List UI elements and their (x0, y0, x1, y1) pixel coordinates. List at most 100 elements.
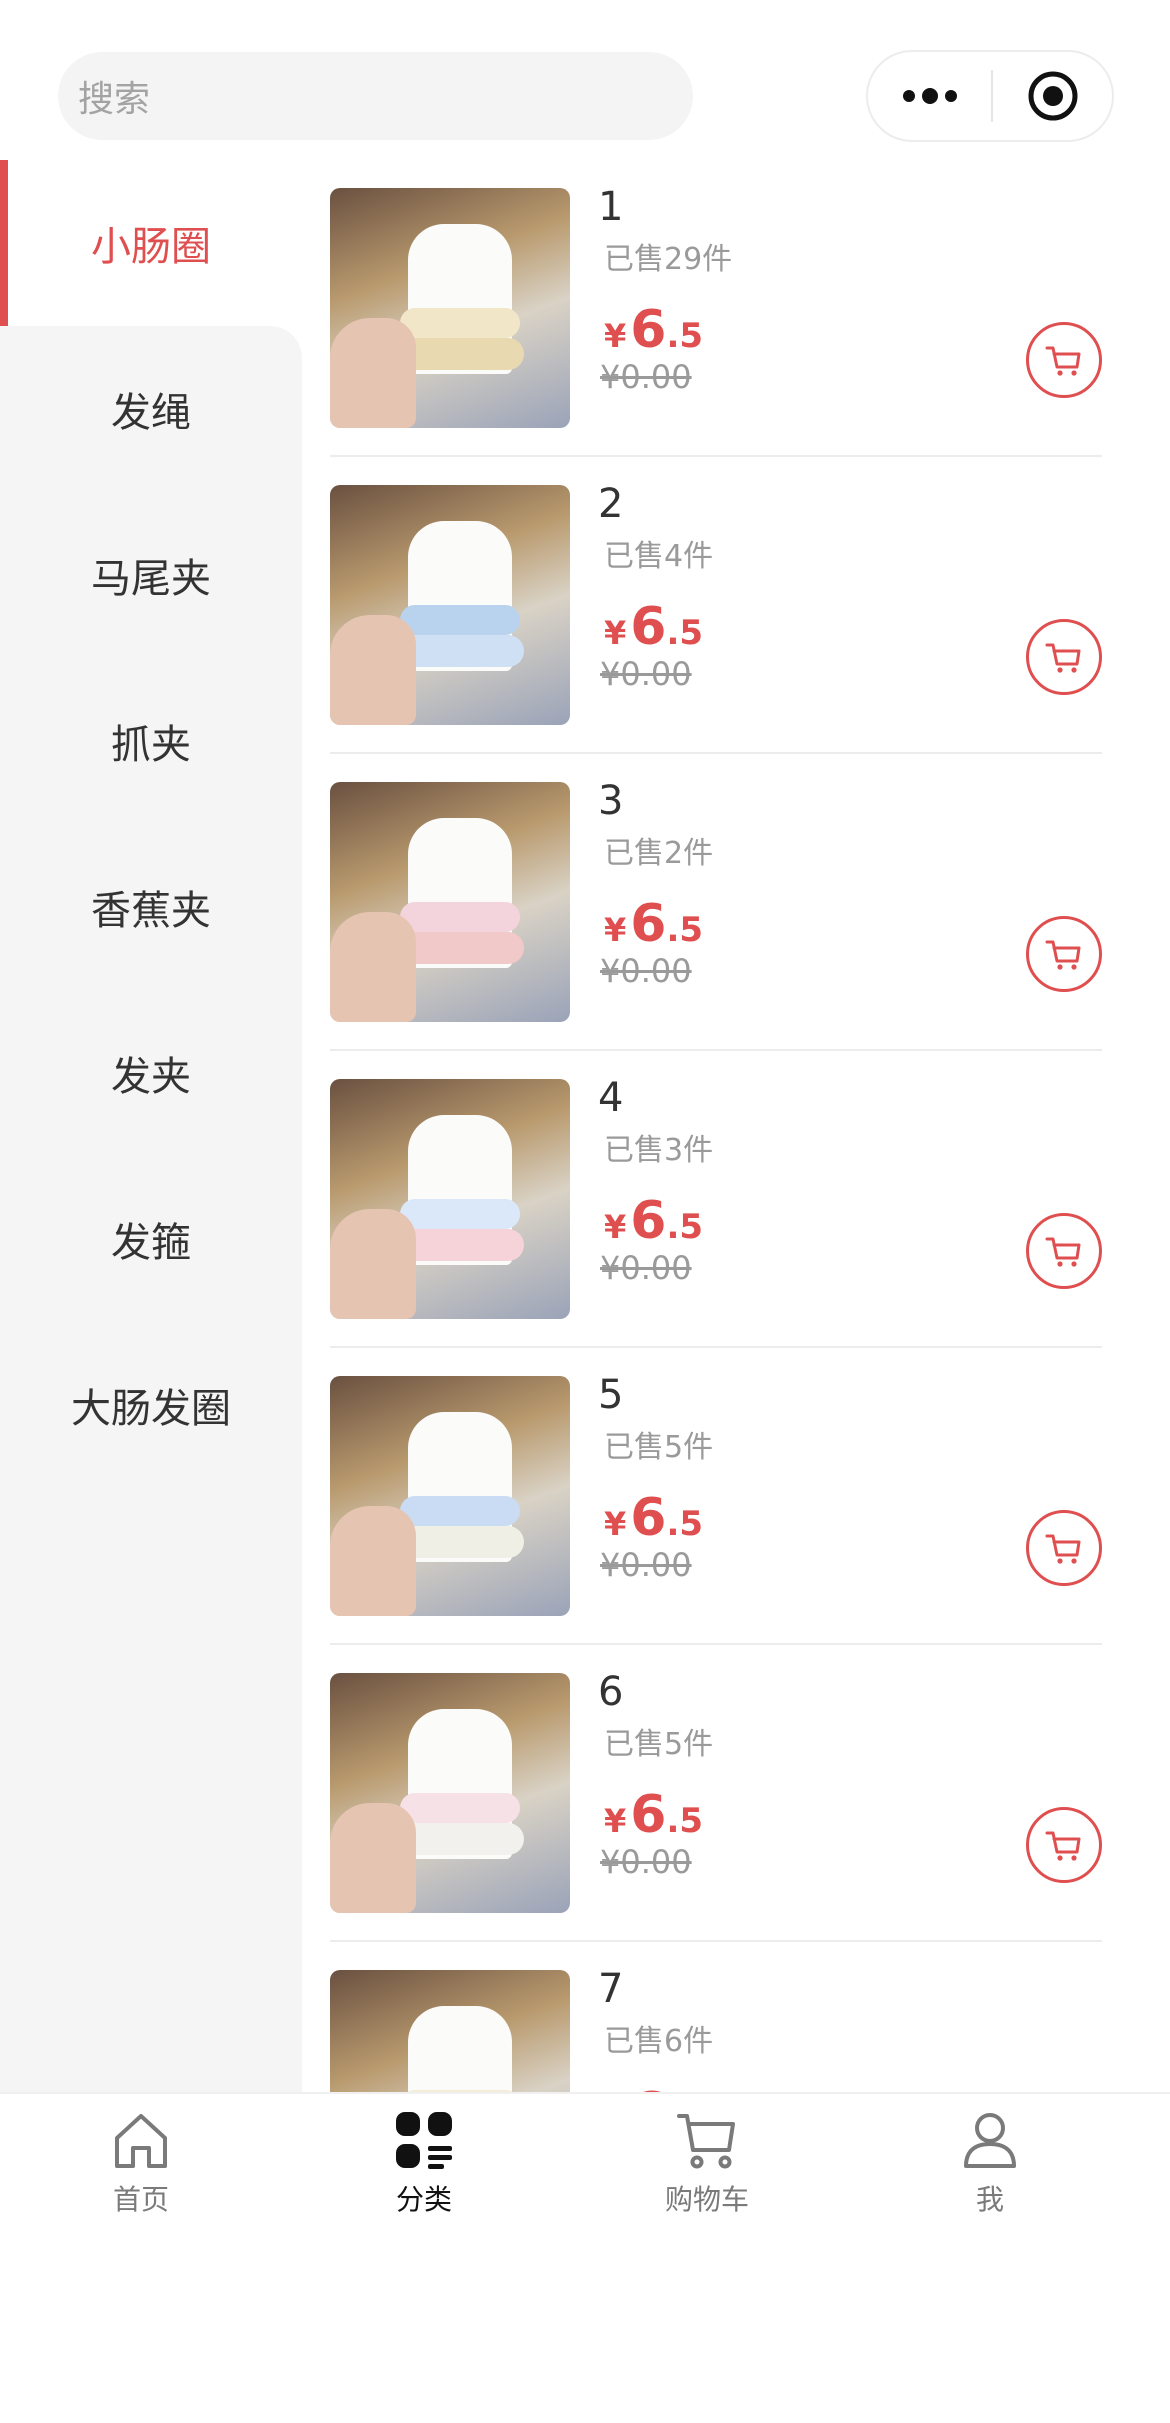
product-image[interactable] (330, 485, 570, 725)
sidebar-item-7[interactable]: 发箍 (0, 1156, 302, 1322)
product-title: 5 (598, 1372, 624, 1418)
tab-me-label: 我 (975, 2183, 1004, 2216)
product-title: 6 (598, 1669, 624, 1715)
price-decimal: .5 (666, 1207, 704, 1247)
sidebar-item-label: 发箍 (111, 1220, 191, 1266)
product-price: ¥6.5 (604, 300, 703, 360)
cart-icon (1045, 643, 1081, 673)
product-sold-count: 已售6件 (604, 2024, 714, 2059)
product-card[interactable]: 3 已售2件 ¥6.5 ¥0.00 (330, 754, 1102, 1051)
product-card[interactable]: 4 已售3件 ¥6.5 ¥0.00 (330, 1051, 1102, 1348)
sidebar-item-2[interactable]: 发绳 (0, 326, 302, 492)
sidebar-item-label: 马尾夹 (91, 556, 211, 602)
sidebar-item-label: 大肠发圈 (71, 1386, 231, 1432)
cart-icon (1045, 1237, 1081, 1267)
tab-home-label: 首页 (112, 2183, 169, 2216)
price-decimal: .5 (666, 316, 704, 356)
cart-icon (1045, 1831, 1081, 1861)
product-image-hand (330, 912, 416, 1022)
product-image[interactable] (330, 1673, 570, 1913)
product-title: 2 (598, 481, 624, 527)
sidebar-item-4[interactable]: 抓夹 (0, 658, 302, 824)
product-image-scrunchie (400, 1793, 520, 1823)
sidebar-item-label: 小肠圈 (91, 224, 211, 270)
add-to-cart-button[interactable] (1026, 1510, 1102, 1586)
product-sold-count: 已售3件 (604, 1133, 714, 1168)
cart-icon (677, 2114, 735, 2169)
price-integer: 6 (630, 1488, 667, 1548)
product-sold-count: 已售2件 (604, 836, 714, 871)
tab-cart[interactable]: 购物车 (637, 2108, 777, 2228)
tab-me[interactable]: 我 (920, 2108, 1060, 2228)
cart-icon (1045, 1534, 1081, 1564)
price-integer: 6 (630, 597, 667, 657)
more-dots-icon[interactable] (868, 52, 991, 140)
product-image-hand (330, 615, 416, 725)
product-card[interactable]: 5 已售5件 ¥6.5 ¥0.00 (330, 1348, 1102, 1645)
tab-category-label: 分类 (395, 2183, 452, 2216)
add-to-cart-button[interactable] (1026, 1213, 1102, 1289)
price-currency: ¥ (604, 317, 627, 355)
product-image-hand (330, 1506, 416, 1616)
product-title: 4 (598, 1075, 624, 1121)
price-decimal: .5 (666, 613, 704, 653)
sidebar-item-5[interactable]: 香蕉夹 (0, 824, 302, 990)
product-price: ¥6.5 (604, 597, 703, 657)
product-image-scrunchie (400, 1496, 520, 1526)
product-image[interactable] (330, 188, 570, 428)
tab-cart-label: 购物车 (664, 2183, 749, 2216)
tab-home[interactable]: 首页 (71, 2108, 211, 2228)
price-decimal: .5 (666, 1504, 704, 1544)
sidebar-item-1[interactable]: 小肠圈 (0, 160, 302, 326)
add-to-cart-button[interactable] (1026, 619, 1102, 695)
sidebar-item-6[interactable]: 发夹 (0, 990, 302, 1156)
product-card[interactable]: 7已售6件¥6.5¥0.00 (330, 1942, 1102, 2095)
product-image-scrunchie (400, 308, 520, 338)
product-title: 1 (598, 184, 624, 230)
product-image[interactable] (330, 782, 570, 1022)
product-title: 3 (598, 778, 624, 824)
product-original-price: ¥0.00 (600, 358, 692, 396)
category-icon (396, 2112, 452, 2169)
product-card[interactable]: 6 已售5件 ¥6.5 ¥0.00 (330, 1645, 1102, 1942)
product-sold-count: 已售4件 (604, 539, 714, 574)
search-input[interactable]: 搜索 (58, 52, 693, 140)
sidebar-item-3[interactable]: 马尾夹 (0, 492, 302, 658)
product-original-price: ¥0.00 (600, 655, 692, 693)
cart-icon (1045, 940, 1081, 970)
price-currency: ¥ (604, 911, 627, 949)
product-card[interactable]: 2 已售4件 ¥6.5 ¥0.00 (330, 457, 1102, 754)
price-currency: ¥ (604, 1802, 627, 1840)
search-placeholder: 搜索 (78, 79, 151, 120)
product-image-hand (330, 318, 416, 428)
product-image-scrunchie (400, 902, 520, 932)
product-price: ¥6.5 (604, 1488, 703, 1548)
product-sold-count: 已售5件 (604, 1727, 714, 1762)
add-to-cart-button[interactable] (1026, 916, 1102, 992)
price-integer: 6 (630, 300, 667, 360)
add-to-cart-button[interactable] (1026, 322, 1102, 398)
mini-program-capsule (866, 50, 1114, 142)
price-currency: ¥ (604, 614, 627, 652)
sidebar-item-label: 抓夹 (111, 722, 191, 768)
product-image[interactable] (330, 1376, 570, 1616)
product-image-hand (330, 1803, 416, 1913)
product-title: 7 (598, 1966, 624, 2012)
product-image-scrunchie (400, 1199, 520, 1229)
target-circle-icon[interactable] (993, 52, 1112, 140)
product-card[interactable]: 1 已售29件 ¥6.5 ¥0.00 (330, 160, 1102, 457)
product-price: ¥6.5 (604, 1785, 703, 1845)
product-image[interactable] (330, 1970, 570, 2095)
sidebar-item-label: 香蕉夹 (91, 888, 211, 934)
add-to-cart-button[interactable] (1026, 1807, 1102, 1883)
price-integer: 6 (630, 1785, 667, 1845)
sidebar-item-label: 发夹 (111, 1054, 191, 1100)
bottom-tab-bar: 首页 分类 购物车 我 (0, 2092, 1170, 2423)
tab-category[interactable]: 分类 (354, 2108, 494, 2228)
cart-icon (1045, 346, 1081, 376)
product-image[interactable] (330, 1079, 570, 1319)
product-image-hand (330, 1209, 416, 1319)
sidebar-item-8[interactable]: 大肠发圈 (0, 1322, 302, 1488)
product-sold-count: 已售29件 (604, 242, 733, 277)
product-image-card (408, 2006, 512, 2095)
